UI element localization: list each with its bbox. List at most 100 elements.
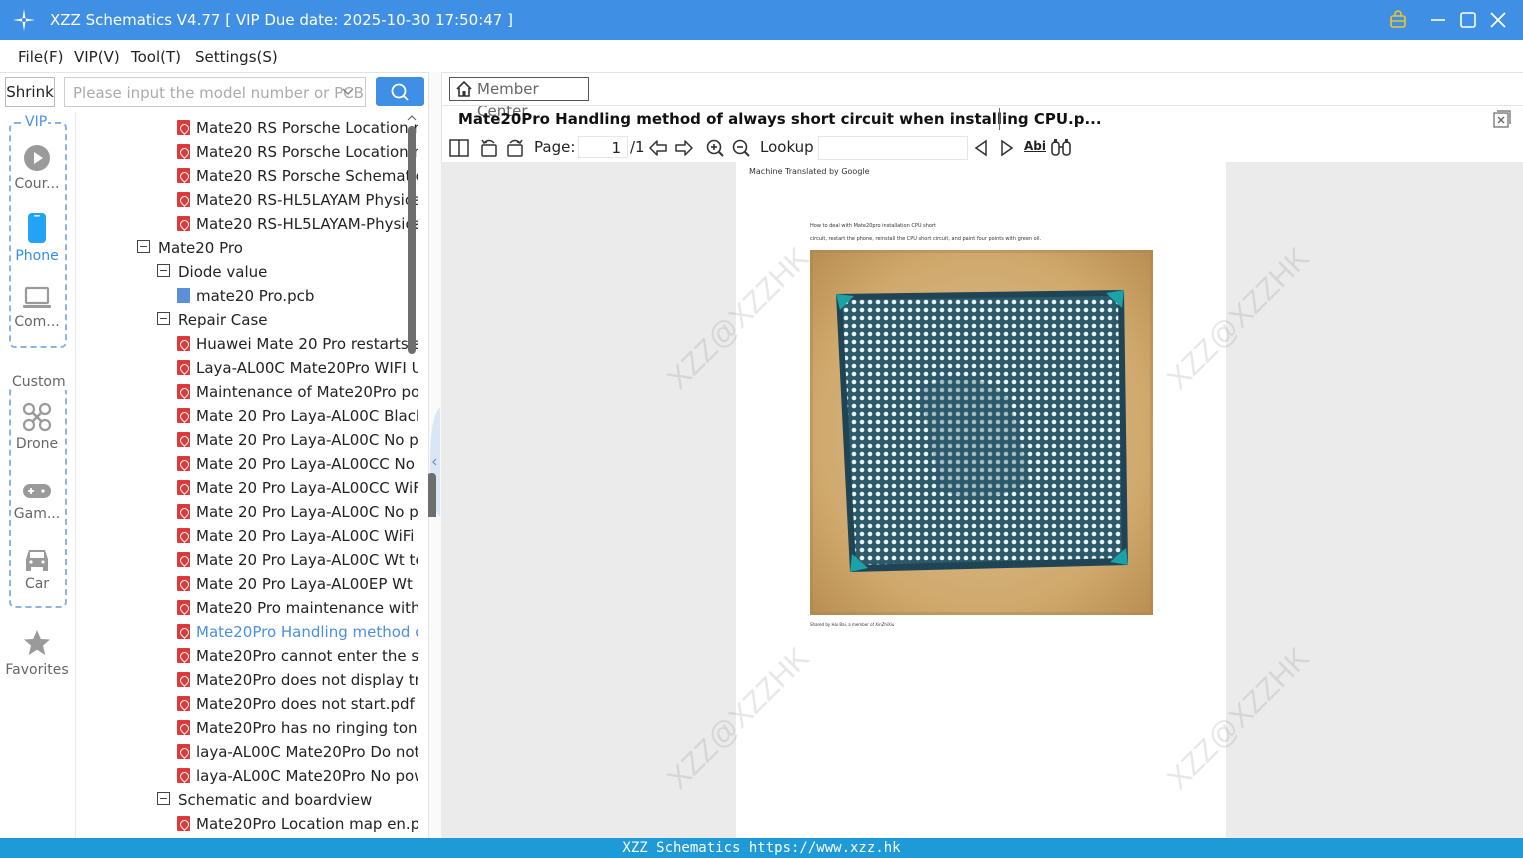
zoom-out-icon[interactable]: [731, 138, 751, 158]
minimize-icon[interactable]: [1426, 8, 1450, 32]
rail-item-courses[interactable]: Cour...: [5, 144, 69, 192]
tree-item-label: Laya-AL00C Mate20Pro WIFI Un: [196, 359, 418, 377]
chevron-down-icon[interactable]: [341, 85, 355, 99]
maximize-icon[interactable]: [1456, 8, 1480, 32]
tree-folder[interactable]: Diode value: [157, 260, 267, 284]
tree-item-label: Maintenance of Mate20Pro pov: [196, 383, 418, 401]
tree-item-label: Mate 20 Pro Laya-AL00C Black: [196, 407, 418, 425]
tree-item-label: Mate20Pro Location map en.pd: [196, 815, 418, 833]
pdf-file-icon: [177, 648, 190, 663]
tree-item-label: Mate20 RS-HL5LAYAM-Physical: [196, 215, 418, 233]
menu-file[interactable]: File(F): [18, 48, 63, 66]
pdf-file-icon: [177, 528, 190, 543]
match-case-button[interactable]: Abi: [1024, 139, 1046, 153]
find-previous-icon[interactable]: [972, 138, 990, 158]
tree-folder[interactable]: Mate20 Pro: [137, 236, 243, 260]
tree-file[interactable]: Huawei Mate 20 Pro restarts au: [177, 332, 418, 356]
rail-item-computer[interactable]: Com...: [5, 286, 69, 330]
category-rail: VIP Cour... Phone Com... Custom Drone Ga…: [0, 110, 74, 838]
rail-item-games[interactable]: Gam...: [5, 480, 69, 522]
tree-file[interactable]: laya-AL00C Mate20Pro Do not s: [177, 740, 418, 764]
pdf-file-icon: [177, 816, 190, 831]
tree-file[interactable]: Mate 20 Pro Laya-AL00C No po: [177, 500, 418, 524]
tree-file[interactable]: Mate 20 Pro Laya-AL00EP Wt te: [177, 572, 418, 596]
tree-file[interactable]: Mate 20 Pro Laya-AL00C Black: [177, 404, 418, 428]
shrink-button[interactable]: Shrink: [5, 77, 55, 107]
tree-file[interactable]: Maintenance of Mate20Pro pov: [177, 380, 418, 404]
page-number-input[interactable]: 1: [578, 136, 628, 158]
tree-item-label: Mate20 RS Porsche Schematic c: [196, 167, 418, 185]
pdf-file-icon: [177, 336, 190, 351]
tree-file[interactable]: Mate20Pro does not display tro: [177, 668, 418, 692]
tree-file[interactable]: Mate20Pro does not start.pdf: [177, 692, 415, 716]
tree-file[interactable]: Mate20 Pro maintenance witho: [177, 596, 418, 620]
document-tab-title[interactable]: Mate20Pro Handling method of always shor…: [458, 110, 1102, 128]
collapse-handle-icon[interactable]: [428, 407, 440, 517]
rail-item-label: Car: [24, 576, 50, 592]
tree-item-label: Mate20Pro does not start.pdf: [196, 695, 415, 713]
menu-settings[interactable]: Settings(S): [195, 48, 278, 66]
lookup-input[interactable]: [818, 136, 968, 160]
tree-file[interactable]: Mate20 RS Porsche Location ma: [177, 140, 418, 164]
collapse-icon[interactable]: [157, 264, 170, 277]
tree-file[interactable]: Laya-AL00C Mate20Pro WIFI Un: [177, 356, 418, 380]
rail-item-label: Drone: [15, 436, 59, 452]
tree-file[interactable]: Mate20Pro Handling method o: [177, 620, 418, 644]
binoculars-icon[interactable]: [1050, 138, 1072, 158]
member-center-button[interactable]: Member Center: [449, 77, 589, 120]
find-next-icon[interactable]: [998, 138, 1016, 158]
tree-scrollbar[interactable]: [407, 112, 417, 838]
rail-item-drone[interactable]: Drone: [5, 402, 69, 452]
menu-vip[interactable]: VIP(V): [74, 48, 120, 66]
rotate-right-icon[interactable]: [505, 138, 525, 158]
search-input[interactable]: Please input the model number or PCB: [64, 77, 366, 107]
pdf-file-icon: [177, 600, 190, 615]
tree-file[interactable]: mate20 Pro.pcb: [177, 284, 314, 308]
tree-file[interactable]: Mate 20 Pro Laya-AL00C WiFi ca: [177, 524, 418, 548]
page-text-line2: circuit, restart the phone, reinstall th…: [810, 236, 1042, 242]
collapse-icon[interactable]: [157, 312, 170, 325]
tree-file[interactable]: Mate20 RS-HL5LAYAM-Physical: [177, 212, 418, 236]
pdf-file-icon: [177, 360, 190, 375]
play-circle-icon: [24, 145, 50, 171]
divider: [441, 105, 1523, 106]
sidebar-toggle-icon[interactable]: [449, 138, 469, 158]
zoom-in-icon[interactable]: [705, 138, 725, 158]
rotate-left-icon[interactable]: [479, 138, 499, 158]
tree-file[interactable]: Mate20Pro has no ringing tone: [177, 716, 418, 740]
pdf-file-icon: [177, 744, 190, 759]
phone-icon: [28, 213, 46, 243]
tree-file[interactable]: Mate20Pro Location map en.pd: [177, 812, 418, 836]
close-tab-icon[interactable]: [1493, 110, 1511, 128]
tree-folder[interactable]: Repair Case: [157, 308, 268, 332]
next-page-icon[interactable]: [674, 138, 694, 158]
previous-page-icon[interactable]: [648, 138, 668, 158]
star-icon: [24, 630, 50, 655]
menu-tool[interactable]: Tool(T): [131, 48, 181, 66]
tree-file[interactable]: Mate20 RS Porsche Schematic c: [177, 164, 418, 188]
rail-item-phone[interactable]: Phone: [5, 212, 69, 264]
tree-item-label: Huawei Mate 20 Pro restarts au: [196, 335, 418, 353]
search-button[interactable]: [376, 77, 424, 106]
collapse-icon[interactable]: [137, 240, 150, 253]
tree-file[interactable]: Mate20 RS Porsche Location ma: [177, 116, 418, 140]
tree-file[interactable]: Mate 20 Pro Laya-AL00C No pc: [177, 428, 418, 452]
tree-folder[interactable]: Schematic and boardview: [157, 788, 372, 812]
rail-item-car[interactable]: Car: [5, 546, 69, 592]
tree-item-label: Repair Case: [178, 311, 268, 329]
vip-bag-icon[interactable]: [1386, 8, 1410, 32]
tree-file[interactable]: Mate 20 Pro Laya-AL00CC No f: [177, 452, 418, 476]
tree-file[interactable]: laya-AL00C Mate20Pro No pow: [177, 764, 418, 788]
tree-file[interactable]: Mate 20 Pro Laya-AL00C Wt tes: [177, 548, 418, 572]
tree-file[interactable]: Mate20 RS-HL5LAYAM Physical: [177, 188, 418, 212]
close-icon[interactable]: [1486, 8, 1510, 32]
pdf-file-icon: [177, 768, 190, 783]
search-icon: [391, 83, 409, 101]
collapse-icon[interactable]: [157, 792, 170, 805]
rail-item-favorites[interactable]: Favorites: [2, 628, 72, 678]
tree-file[interactable]: Mate 20 Pro Laya-AL00CC WiFi: [177, 476, 418, 500]
model-tree: Mate20 RS Porsche Location ma Mate20 RS P…: [75, 112, 418, 838]
pane-splitter[interactable]: [428, 72, 442, 838]
tree-item-label: mate20 Pro.pcb: [196, 287, 315, 305]
tree-file[interactable]: Mate20Pro cannot enter the sys: [177, 644, 418, 668]
